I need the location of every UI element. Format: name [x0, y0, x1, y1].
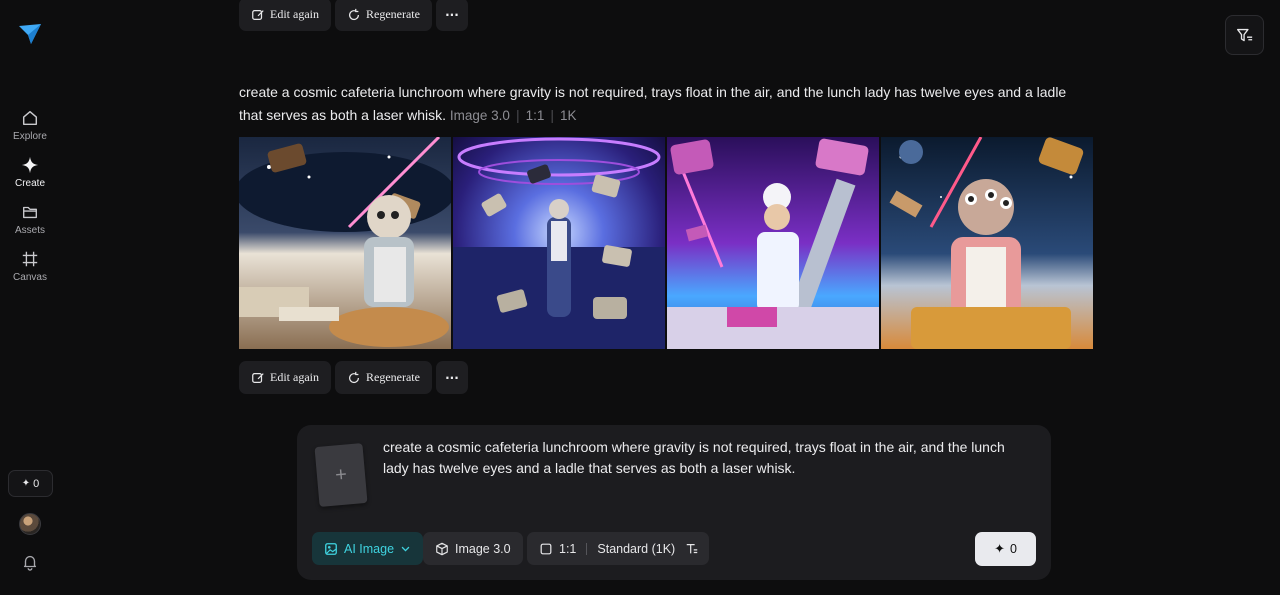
- result-prompt: create a cosmic cafeteria lunchroom wher…: [239, 84, 1067, 123]
- edit-again-label: Edit again: [270, 370, 319, 384]
- refresh-icon: [349, 8, 359, 20]
- model-select[interactable]: Image 3.0: [423, 532, 523, 565]
- nav-assets[interactable]: Assets: [0, 203, 60, 236]
- text-style-button[interactable]: [675, 532, 709, 565]
- edit-icon: [252, 9, 264, 20]
- image-grid: [239, 137, 1094, 349]
- generated-image-3[interactable]: [667, 137, 879, 349]
- more-button[interactable]: ···: [435, 0, 468, 31]
- folder-icon: [23, 206, 37, 219]
- refresh-icon: [349, 371, 359, 383]
- previous-result-actions: Edit again Regenerate ···: [239, 0, 468, 31]
- regenerate-button[interactable]: Regenerate: [334, 0, 432, 31]
- logo-icon[interactable]: [17, 22, 43, 46]
- generated-image-4[interactable]: [881, 137, 1093, 349]
- home-icon: [22, 110, 38, 126]
- ratio-tag: 1:1: [525, 108, 545, 123]
- resolution-tag: 1K: [560, 108, 577, 123]
- text-icon: [686, 543, 698, 553]
- cube-icon: [436, 542, 448, 555]
- bell-icon[interactable]: [21, 553, 39, 571]
- nav-canvas[interactable]: Canvas: [0, 250, 60, 283]
- nav-canvas-label: Canvas: [13, 272, 47, 283]
- model-label: Image 3.0: [455, 541, 511, 556]
- mode-select[interactable]: AI Image: [312, 532, 424, 565]
- filter-button[interactable]: [1225, 15, 1264, 55]
- model-tag: Image 3.0: [449, 108, 510, 123]
- sparkle-icon: ✦: [994, 541, 1005, 556]
- more-button[interactable]: ···: [435, 361, 468, 394]
- regenerate-button[interactable]: Regenerate: [334, 361, 432, 394]
- generate-button[interactable]: ✦ 0: [975, 532, 1036, 566]
- credits-badge[interactable]: ✦ 0: [8, 470, 53, 497]
- prompt-text: create a cosmic cafeteria lunchroom wher…: [239, 84, 1067, 123]
- generated-image-2[interactable]: [453, 137, 665, 349]
- generated-image-1[interactable]: [239, 137, 451, 349]
- generate-cost: 0: [1009, 542, 1017, 556]
- sparkle-icon: [21, 156, 39, 174]
- image-icon: [325, 542, 337, 555]
- more-icon: ···: [445, 7, 459, 22]
- plus-icon: +: [334, 463, 348, 486]
- edit-again-button[interactable]: Edit again: [239, 361, 331, 394]
- prompt-input[interactable]: create a cosmic cafeteria lunchroom wher…: [383, 437, 1033, 479]
- sidebar: Explore Create Assets Canvas ✦ 0: [0, 0, 60, 595]
- aspect-ratio-icon: [540, 543, 552, 554]
- avatar[interactable]: [19, 513, 41, 535]
- quality-label: Standard (1K): [597, 541, 676, 556]
- chevron-down-icon: [401, 546, 410, 552]
- canvas-icon: [22, 251, 38, 267]
- edit-again-button[interactable]: Edit again: [239, 0, 331, 31]
- ratio-label: 1:1: [559, 541, 577, 556]
- sparkle-icon: ✦: [21, 478, 31, 489]
- prompt-composer: + create a cosmic cafeteria lunchroom wh…: [297, 425, 1051, 580]
- add-reference-button[interactable]: +: [314, 443, 368, 507]
- nav-create-label: Create: [14, 178, 45, 189]
- filter-icon: [1237, 28, 1253, 41]
- size-select[interactable]: 1:1 Standard (1K): [527, 532, 688, 565]
- mode-label: AI Image: [344, 541, 395, 556]
- edit-icon: [252, 372, 264, 383]
- nav-explore[interactable]: Explore: [0, 109, 60, 142]
- regenerate-label: Regenerate: [365, 370, 420, 384]
- credits-count: 0: [33, 477, 40, 490]
- regenerate-label: Regenerate: [365, 7, 420, 21]
- nav-create[interactable]: Create: [0, 156, 60, 189]
- nav-assets-label: Assets: [14, 225, 45, 236]
- result-actions: Edit again Regenerate ···: [239, 361, 468, 394]
- edit-again-label: Edit again: [270, 7, 319, 21]
- nav-explore-label: Explore: [13, 131, 47, 142]
- more-icon: ···: [445, 370, 459, 385]
